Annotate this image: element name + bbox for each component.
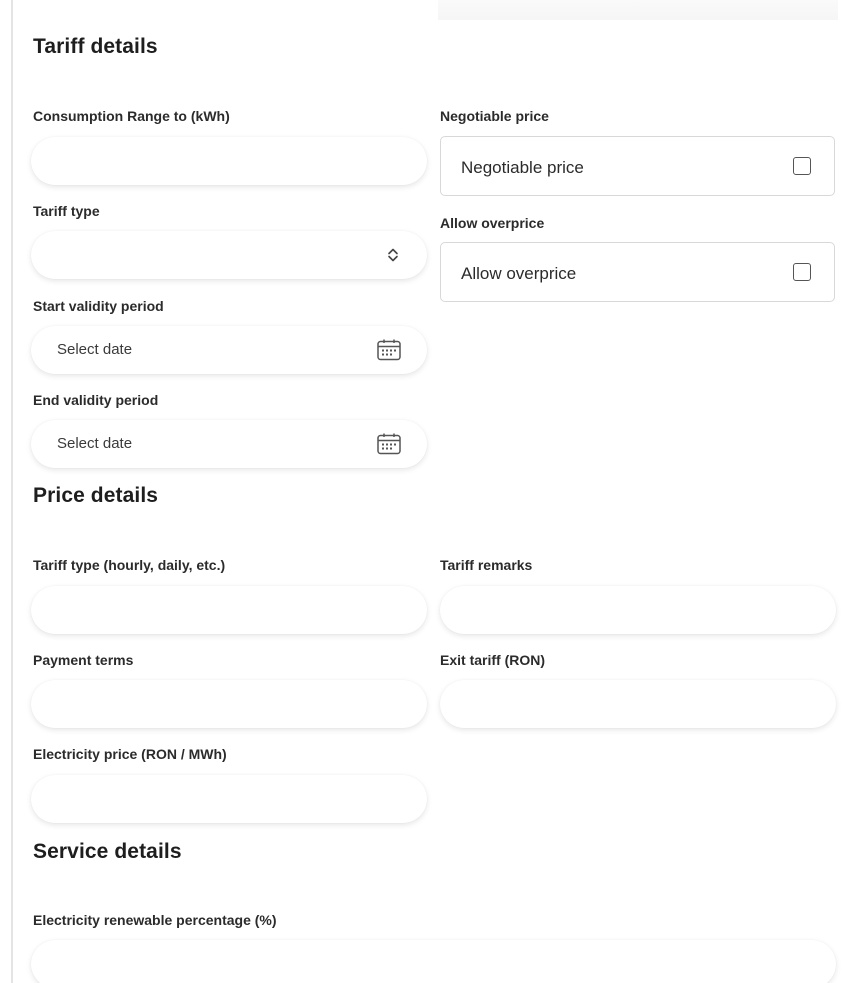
label-exit-tariff: Exit tariff (RON) bbox=[440, 652, 545, 668]
label-payment-terms: Payment terms bbox=[33, 652, 134, 668]
label-tariff-type-period: Tariff type (hourly, daily, etc.) bbox=[33, 557, 226, 573]
renewable-percentage-field[interactable] bbox=[31, 940, 836, 983]
calendar-icon[interactable] bbox=[376, 338, 402, 367]
label-tariff-type: Tariff type bbox=[33, 203, 100, 219]
end-validity-date-field[interactable]: Select date bbox=[31, 420, 427, 468]
calendar-icon[interactable] bbox=[376, 432, 402, 461]
renewable-percentage-input[interactable] bbox=[31, 940, 836, 983]
tariff-type-select[interactable] bbox=[31, 231, 427, 279]
payment-terms-field[interactable] bbox=[31, 680, 427, 728]
tariff-remarks-input[interactable] bbox=[440, 586, 836, 634]
electricity-price-field[interactable] bbox=[31, 775, 427, 823]
tariff-type-period-field[interactable] bbox=[31, 586, 427, 634]
consumption-range-input[interactable] bbox=[31, 137, 427, 185]
payment-terms-input[interactable] bbox=[31, 680, 427, 728]
electricity-price-input[interactable] bbox=[31, 775, 427, 823]
negotiable-price-checkbox-field[interactable]: Negotiable price bbox=[440, 136, 835, 196]
select-chevron-icon bbox=[386, 247, 400, 268]
exit-tariff-input[interactable] bbox=[440, 680, 836, 728]
start-validity-placeholder: Select date bbox=[57, 341, 133, 358]
label-end-validity: End validity period bbox=[33, 392, 159, 408]
left-divider bbox=[11, 0, 13, 983]
tariff-form-page: Tariff details Consumption Range to (kWh… bbox=[0, 0, 846, 983]
section-title-tariff-details: Tariff details bbox=[33, 35, 158, 58]
label-allow-overprice: Allow overprice bbox=[440, 215, 545, 231]
start-validity-date-field[interactable]: Select date bbox=[31, 326, 427, 374]
negotiable-price-checkbox[interactable] bbox=[793, 157, 811, 175]
negotiable-price-checkbox-label: Negotiable price bbox=[461, 158, 584, 177]
label-start-validity: Start validity period bbox=[33, 298, 164, 314]
section-title-service-details: Service details bbox=[33, 840, 182, 863]
consumption-range-field[interactable] bbox=[31, 137, 427, 185]
allow-overprice-checkbox-field[interactable]: Allow overprice bbox=[440, 242, 835, 302]
end-validity-placeholder: Select date bbox=[57, 435, 133, 452]
label-electricity-price: Electricity price (RON / MWh) bbox=[33, 746, 227, 762]
tariff-remarks-field[interactable] bbox=[440, 586, 836, 634]
allow-overprice-checkbox-label: Allow overprice bbox=[461, 264, 577, 283]
label-tariff-remarks: Tariff remarks bbox=[440, 557, 533, 573]
allow-overprice-checkbox[interactable] bbox=[793, 263, 811, 281]
exit-tariff-field[interactable] bbox=[440, 680, 836, 728]
label-renewable-percentage: Electricity renewable percentage (%) bbox=[33, 912, 277, 928]
label-negotiable-price: Negotiable price bbox=[440, 108, 549, 124]
label-consumption-range: Consumption Range to (kWh) bbox=[33, 108, 230, 124]
tariff-type-period-input[interactable] bbox=[31, 586, 427, 634]
section-title-price-details: Price details bbox=[33, 484, 159, 507]
top-shade-strip bbox=[438, 0, 838, 20]
